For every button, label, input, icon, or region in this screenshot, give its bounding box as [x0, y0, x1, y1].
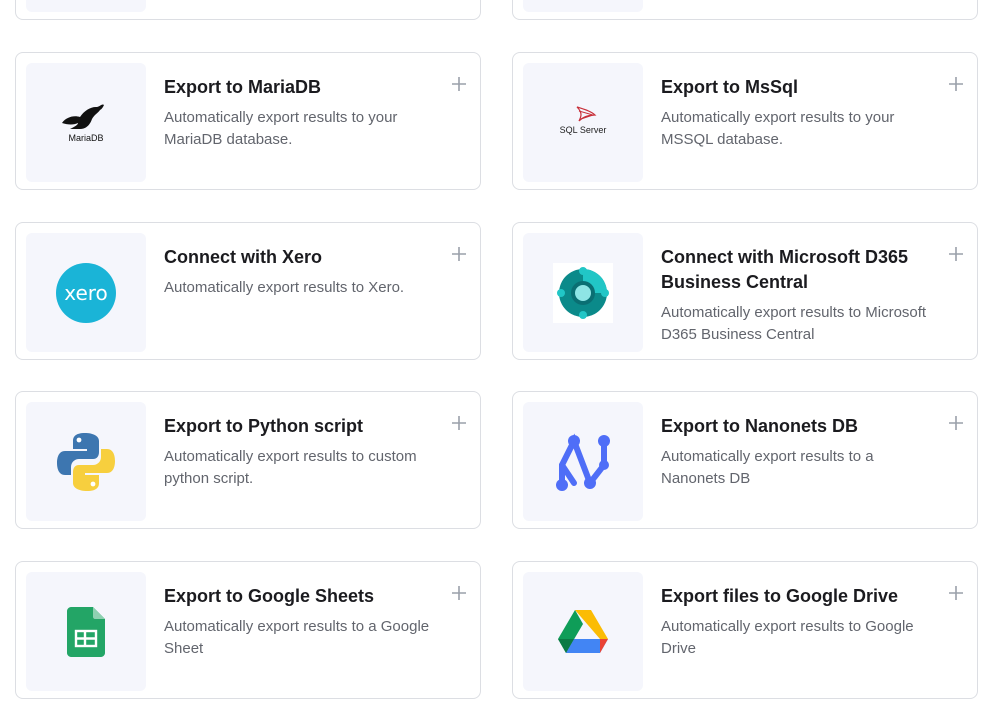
card-description: Automatically export results to your MSS… [661, 109, 895, 148]
integration-card-partial-right[interactable] [512, 0, 978, 20]
sql-server-logo-text: SQL Server [560, 125, 607, 135]
integration-card-partial-left[interactable] [15, 0, 481, 20]
integration-logo-tile [523, 0, 643, 12]
card-title: Export to MariaDB [164, 77, 322, 97]
integration-card-mssql[interactable]: SQL Server Export to MsSql Automatically… [512, 52, 978, 190]
google-sheets-logo-icon [67, 606, 105, 657]
card-description: Automatically export results to your Mar… [164, 109, 398, 148]
card-description: Automatically export results to Microsof… [661, 304, 927, 343]
add-integration-plus-icon[interactable] [450, 584, 468, 602]
card-description: Automatically export results to Xero. [164, 279, 405, 296]
add-integration-plus-icon[interactable] [450, 245, 468, 263]
integration-logo-tile [26, 0, 146, 12]
integration-logo-tile [26, 572, 146, 691]
card-title: Connect with Microsoft D365 Business Cen… [661, 247, 909, 292]
d365-business-central-logo-icon [553, 262, 613, 323]
card-title: Connect with Xero [164, 247, 323, 267]
integration-card-nanonets-db[interactable]: Export to Nanonets DB Automatically expo… [512, 391, 978, 529]
integration-logo-tile [523, 233, 643, 352]
card-description: Automatically export results to custom p… [164, 448, 417, 487]
nanonets-db-logo-icon [556, 433, 610, 491]
integration-logo-tile: SQL Server [523, 63, 643, 182]
add-integration-plus-icon[interactable] [947, 414, 965, 432]
sql-server-logo-icon: SQL Server [560, 105, 607, 135]
integration-logo-tile [26, 402, 146, 521]
card-title: Export to Nanonets DB [661, 416, 859, 436]
mariadb-logo-icon: MariaDB [62, 103, 104, 143]
integration-card-xero[interactable]: xero Connect with Xero Automatically exp… [15, 222, 481, 360]
integration-card-google-drive[interactable]: Export files to Google Drive Automatical… [512, 561, 978, 699]
integration-card-mariadb[interactable]: MariaDB Export to MariaDB Automatically … [15, 52, 481, 190]
integration-logo-tile: MariaDB [26, 63, 146, 182]
add-integration-plus-icon[interactable] [947, 245, 965, 263]
integration-card-python[interactable]: Export to Python script Automatically ex… [15, 391, 481, 529]
xero-logo-text: xero [64, 281, 108, 305]
python-logo-icon [57, 432, 115, 491]
card-description: Automatically export results to Google D… [661, 618, 914, 657]
card-title: Export files to Google Drive [661, 586, 899, 606]
integration-logo-tile [523, 572, 643, 691]
card-title: Export to Google Sheets [164, 586, 375, 606]
integration-card-d365[interactable]: Connect with Microsoft D365 Business Cen… [512, 222, 978, 360]
add-integration-plus-icon[interactable] [947, 584, 965, 602]
card-title: Export to Python script [164, 416, 364, 436]
mariadb-logo-text: MariaDB [68, 133, 103, 143]
card-description: Automatically export results to a Nanone… [661, 448, 874, 487]
integration-card-google-sheets[interactable]: Export to Google Sheets Automatically ex… [15, 561, 481, 699]
add-integration-plus-icon[interactable] [450, 75, 468, 93]
integration-logo-tile [523, 402, 643, 521]
integration-logo-tile: xero [26, 233, 146, 352]
xero-logo-icon: xero [56, 262, 116, 323]
add-integration-plus-icon[interactable] [450, 414, 468, 432]
google-drive-logo-icon [558, 609, 608, 653]
card-title: Export to MsSql [661, 77, 799, 97]
add-integration-plus-icon[interactable] [947, 75, 965, 93]
card-description: Automatically export results to a Google… [164, 618, 430, 657]
